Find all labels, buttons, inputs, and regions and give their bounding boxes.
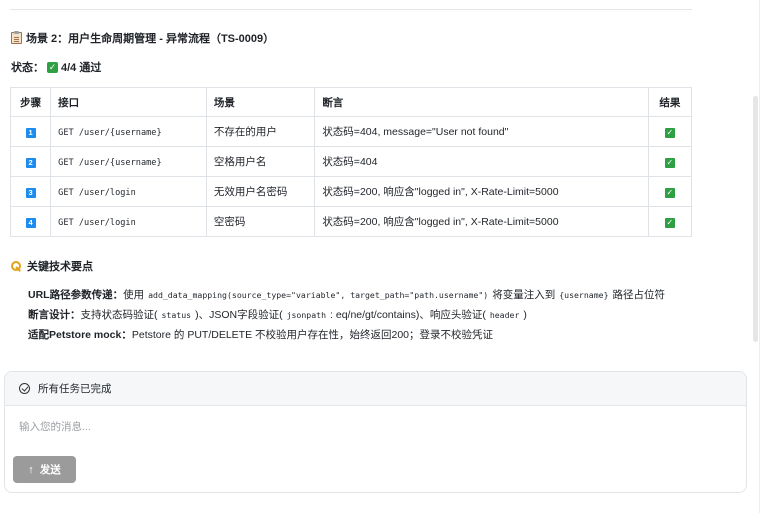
key-icon xyxy=(11,260,22,272)
api-endpoint: GET /user/login xyxy=(58,217,136,228)
assertion-cell: 状态码=200, 响应含"logged in", X-Rate-Limit=50… xyxy=(314,206,649,237)
api-endpoint: GET /user/{username} xyxy=(58,157,162,168)
check-box-icon: ✓ xyxy=(664,217,675,228)
check-box-icon: ✓ xyxy=(664,157,675,168)
key-points-heading: 关键技术要点 xyxy=(11,258,93,274)
inline-code: status xyxy=(161,310,192,320)
key-point-label: 适配Petstore mock： xyxy=(28,329,132,341)
chat-status-text: 所有任务已完成 xyxy=(38,383,112,395)
step-number-badge: 3 xyxy=(25,187,36,198)
key-point-text: Petstore 的 PUT/DELETE 不校验用户存在性，始终返回200；登… xyxy=(131,329,494,341)
header-api: 接口 xyxy=(50,87,207,117)
clipboard-icon xyxy=(11,31,22,44)
api-endpoint: GET /user/{username} xyxy=(58,127,162,138)
table-header-row: 步骤 接口 场景 断言 结果 xyxy=(9,87,693,117)
key-point-text: 将变量注入到 xyxy=(492,289,556,301)
status-label: 状态： xyxy=(11,62,44,74)
inline-code: add_data_mapping(source_type="variable",… xyxy=(148,290,489,300)
key-point-text: )、JSON字段验证( xyxy=(195,309,283,321)
status-line: 状态： ✓ 4/4 通过 xyxy=(11,59,101,75)
header-scene: 场景 xyxy=(205,87,316,117)
scene-cell: 空格用户名 xyxy=(205,146,316,177)
key-point-url-params: URL路径参数传递： 使用 add_data_mapping(source_ty… xyxy=(28,287,665,302)
steps-table: 步骤 接口 场景 断言 结果 1 GET /user/{username} 不存… xyxy=(9,87,693,237)
circle-check-icon xyxy=(19,383,30,394)
table-row: 1 GET /user/{username} 不存在的用户 状态码=404, m… xyxy=(9,116,693,147)
check-box-icon: ✓ xyxy=(664,127,675,138)
assertion-cell: 状态码=200, 响应含"logged in", X-Rate-Limit=50… xyxy=(314,176,649,207)
key-point-text: 支持状态码验证( xyxy=(80,309,158,321)
api-endpoint: GET /user/login xyxy=(58,187,136,198)
arrow-up-icon: ↑ xyxy=(28,463,34,476)
key-point-petstore-mock: 适配Petstore mock： Petstore 的 PUT/DELETE 不… xyxy=(28,327,493,342)
key-point-label: 断言设计： xyxy=(28,309,81,321)
key-point-text: ) xyxy=(523,309,527,321)
message-input[interactable] xyxy=(13,416,613,438)
chat-panel: 所有任务已完成 ↑ 发送 xyxy=(4,371,747,493)
step-number-badge: 4 xyxy=(25,217,36,228)
scenario-title-text: 场景 2：用户生命周期管理 - 异常流程（TS-0009） xyxy=(26,33,275,45)
scene-cell: 不存在的用户 xyxy=(205,116,316,147)
top-divider xyxy=(10,9,692,10)
assertion-cell: 状态码=404 xyxy=(314,146,649,177)
header-result: 结果 xyxy=(647,87,693,117)
table-row: 3 GET /user/login 无效用户名密码 状态码=200, 响应含"l… xyxy=(9,176,693,207)
chat-status-header: 所有任务已完成 xyxy=(5,372,746,406)
inline-code: jsonpath xyxy=(286,310,327,320)
key-point-text: : eq/ne/gt/contains)、响应头验证( xyxy=(330,309,486,321)
scene-cell: 空密码 xyxy=(205,206,316,237)
scene-cell: 无效用户名密码 xyxy=(205,176,316,207)
step-number-badge: 2 xyxy=(25,157,36,168)
status-value: 4/4 通过 xyxy=(61,62,102,74)
scenario-title: 场景 2：用户生命周期管理 - 异常流程（TS-0009） xyxy=(11,30,274,46)
key-points-heading-text: 关键技术要点 xyxy=(27,261,93,273)
check-box-icon: ✓ xyxy=(47,61,58,73)
table-row: 4 GET /user/login 空密码 状态码=200, 响应含"logge… xyxy=(9,206,693,237)
send-button[interactable]: ↑ 发送 xyxy=(13,456,76,483)
header-assertion: 断言 xyxy=(314,87,649,117)
table-row: 2 GET /user/{username} 空格用户名 状态码=404 ✓ xyxy=(9,146,693,177)
inline-code: header xyxy=(489,310,520,320)
key-point-assertions: 断言设计： 支持状态码验证( status )、JSON字段验证( jsonpa… xyxy=(28,307,527,322)
inline-code: {username} xyxy=(559,290,609,300)
header-step: 步骤 xyxy=(9,87,52,117)
key-point-text: 使用 xyxy=(123,289,145,301)
key-point-text: 路径占位符 xyxy=(612,289,666,301)
right-border xyxy=(759,0,760,513)
assertion-cell: 状态码=404, message="User not found" xyxy=(314,116,649,147)
step-number-badge: 1 xyxy=(25,127,36,138)
send-button-label: 发送 xyxy=(39,464,61,476)
check-box-icon: ✓ xyxy=(664,187,675,198)
key-point-label: URL路径参数传递： xyxy=(28,289,124,301)
scrollbar-thumb[interactable] xyxy=(753,96,758,342)
